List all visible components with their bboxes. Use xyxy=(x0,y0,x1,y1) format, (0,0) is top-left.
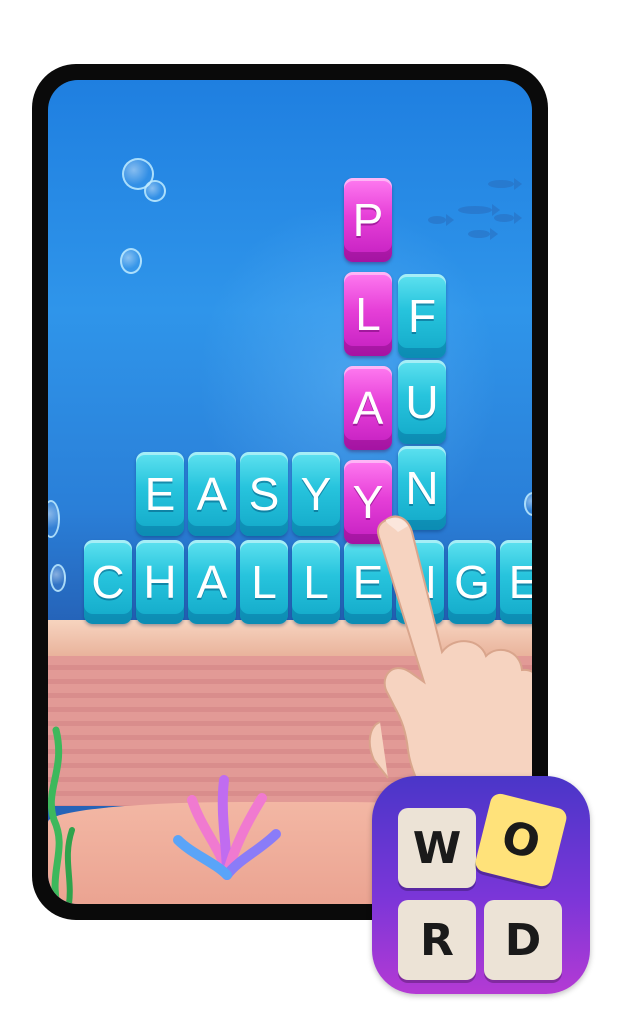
fish-icon xyxy=(458,204,500,216)
tile-easy-e: E xyxy=(136,452,184,536)
fish-icon xyxy=(428,214,454,226)
icon-tile-o: O xyxy=(473,791,569,889)
tile-easy-y: Y xyxy=(292,452,340,536)
fish-icon xyxy=(494,212,522,224)
bubble xyxy=(144,180,166,202)
tile-play-a: A xyxy=(344,366,392,450)
bubble xyxy=(50,564,66,592)
tile-easy-s: S xyxy=(240,452,288,536)
app-icon[interactable]: W O R D xyxy=(372,776,590,994)
icon-tile-d: D xyxy=(484,900,562,980)
tile-challenge-l: L xyxy=(292,540,340,624)
tile-play-l: L xyxy=(344,272,392,356)
tile-challenge-a: A xyxy=(188,540,236,624)
tile-fun-u: U xyxy=(398,360,446,444)
tile-easy-a: A xyxy=(188,452,236,536)
bubble xyxy=(48,500,60,538)
tile-challenge-c: C xyxy=(84,540,132,624)
tile-fun-f: F xyxy=(398,274,446,358)
tile-challenge-l: L xyxy=(240,540,288,624)
coral-icon xyxy=(173,775,281,880)
tile-play-p: P xyxy=(344,178,392,262)
icon-tile-r: R xyxy=(398,900,476,980)
fish-icon xyxy=(488,178,522,190)
bubble xyxy=(120,248,142,274)
seaweed-icon xyxy=(48,726,75,904)
fish-icon xyxy=(468,228,498,240)
tile-challenge-h: H xyxy=(136,540,184,624)
icon-tile-w: W xyxy=(398,808,476,888)
